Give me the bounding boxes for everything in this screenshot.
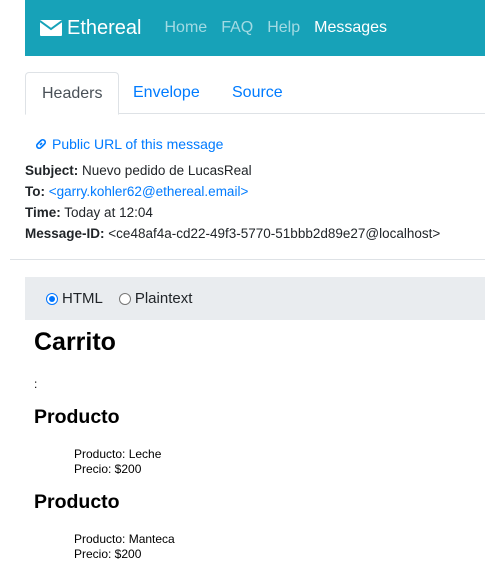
nav-home[interactable]: Home: [165, 19, 208, 37]
message-tabs: Headers Envelope Source: [25, 72, 485, 115]
nav-messages[interactable]: Messages: [314, 19, 387, 37]
product-name: Producto: Leche: [74, 447, 162, 461]
brand-link[interactable]: Ethereal: [40, 17, 142, 40]
product-name: Producto: Manteca: [74, 532, 175, 546]
product-price: Precio: $200: [74, 547, 142, 561]
public-url-link[interactable]: Public URL of this message: [34, 136, 223, 152]
message-id-value: <ce48af4a-cd22-49f3-5770-51bbb2d89e27@lo…: [108, 226, 441, 241]
divider: [10, 259, 485, 260]
email-colon: :: [34, 377, 38, 391]
subject-value: Nuevo pedido de LucasReal: [82, 163, 252, 178]
subject-row: Subject: Nuevo pedido de LucasReal: [25, 163, 252, 178]
nav-faq[interactable]: FAQ: [221, 19, 253, 37]
subject-label: Subject:: [25, 163, 79, 178]
to-value[interactable]: <garry.kohler62@ethereal.email>: [49, 184, 249, 199]
product-heading: Producto: [34, 491, 120, 513]
nav-help[interactable]: Help: [267, 19, 300, 37]
time-row: Time: Today at 12:04: [25, 205, 153, 220]
tab-headers[interactable]: Headers: [25, 72, 120, 115]
html-view-option[interactable]: HTML: [46, 290, 103, 307]
message-id-row: Message-ID: <ce48af4a-cd22-49f3-5770-51b…: [25, 226, 440, 241]
top-navbar: Ethereal Home FAQ Help Messages: [25, 0, 485, 56]
plaintext-view-option[interactable]: Plaintext: [118, 290, 193, 307]
product-price: Precio: $200: [74, 462, 142, 476]
to-label: To:: [25, 184, 45, 199]
view-toggle-bar: HTML Plaintext: [25, 277, 485, 320]
message-id-label: Message-ID:: [25, 226, 105, 241]
html-radio-label: HTML: [62, 290, 103, 307]
link-icon: [34, 137, 48, 151]
brand-name: Ethereal: [67, 16, 142, 39]
time-label: Time:: [25, 205, 61, 220]
product-heading: Producto: [34, 406, 120, 428]
public-url-label: Public URL of this message: [52, 136, 224, 152]
tab-source[interactable]: Source: [216, 72, 299, 114]
email-title: Carrito: [34, 328, 116, 356]
tab-envelope[interactable]: Envelope: [117, 72, 216, 114]
envelope-icon: [40, 20, 62, 36]
html-radio[interactable]: [46, 292, 58, 305]
plaintext-radio[interactable]: [118, 292, 131, 305]
time-value: Today at 12:04: [64, 205, 153, 220]
plaintext-radio-label: Plaintext: [134, 290, 193, 307]
to-row: To: <garry.kohler62@ethereal.email>: [25, 184, 248, 199]
